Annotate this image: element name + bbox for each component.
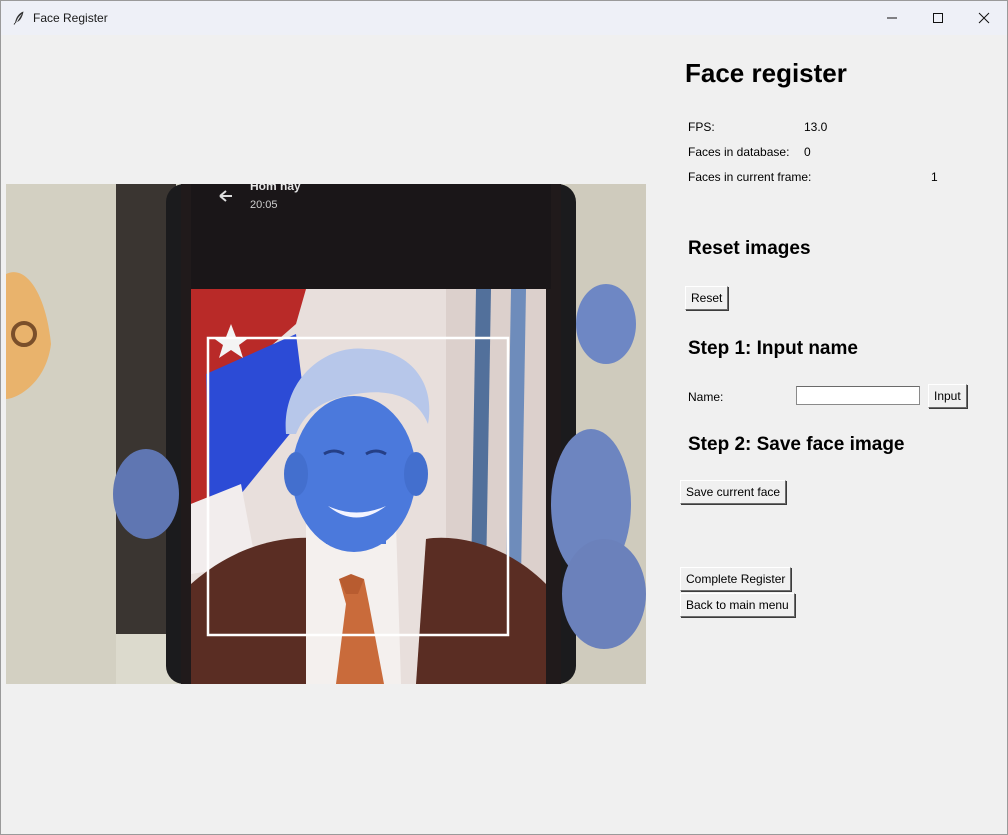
phone-title: Hôm nay (250, 184, 301, 193)
step2-heading: Step 2: Save face image (688, 434, 905, 455)
minimize-icon (887, 17, 897, 19)
back-to-main-menu-button[interactable]: Back to main menu (680, 593, 795, 617)
minimize-button[interactable] (869, 1, 915, 35)
phone-time: 20:05 (250, 199, 278, 211)
title-bar: Face Register (1, 1, 1007, 35)
close-icon (978, 12, 990, 24)
faces-in-frame-label: Faces in current frame: (688, 170, 812, 184)
maximize-icon (933, 13, 943, 23)
save-current-face-button[interactable]: Save current face (680, 480, 787, 504)
maximize-button[interactable] (915, 1, 961, 35)
reset-images-heading: Reset images (688, 238, 811, 259)
feather-icon (11, 10, 27, 26)
window-title: Face Register (33, 11, 108, 25)
app-window: Face Register Hôm nay 20:05 Face registe… (0, 0, 1008, 835)
complete-register-button[interactable]: Complete Register (680, 567, 792, 591)
faces-in-database-label: Faces in database: (688, 145, 790, 159)
name-label: Name: (688, 390, 724, 404)
page-title: Face register (685, 58, 847, 88)
faces-in-frame-value: 1 (931, 170, 938, 184)
camera-preview: Hôm nay 20:05 (6, 184, 646, 684)
step1-heading: Step 1: Input name (688, 338, 858, 359)
fps-value: 13.0 (804, 120, 828, 134)
input-button[interactable]: Input (928, 384, 967, 408)
name-input[interactable] (796, 386, 920, 405)
reset-button[interactable]: Reset (685, 286, 729, 310)
faces-in-database-value: 0 (804, 145, 811, 159)
fps-label: FPS: (688, 120, 715, 134)
close-button[interactable] (961, 1, 1007, 35)
camera-frame-image: Hôm nay 20:05 (6, 184, 646, 684)
